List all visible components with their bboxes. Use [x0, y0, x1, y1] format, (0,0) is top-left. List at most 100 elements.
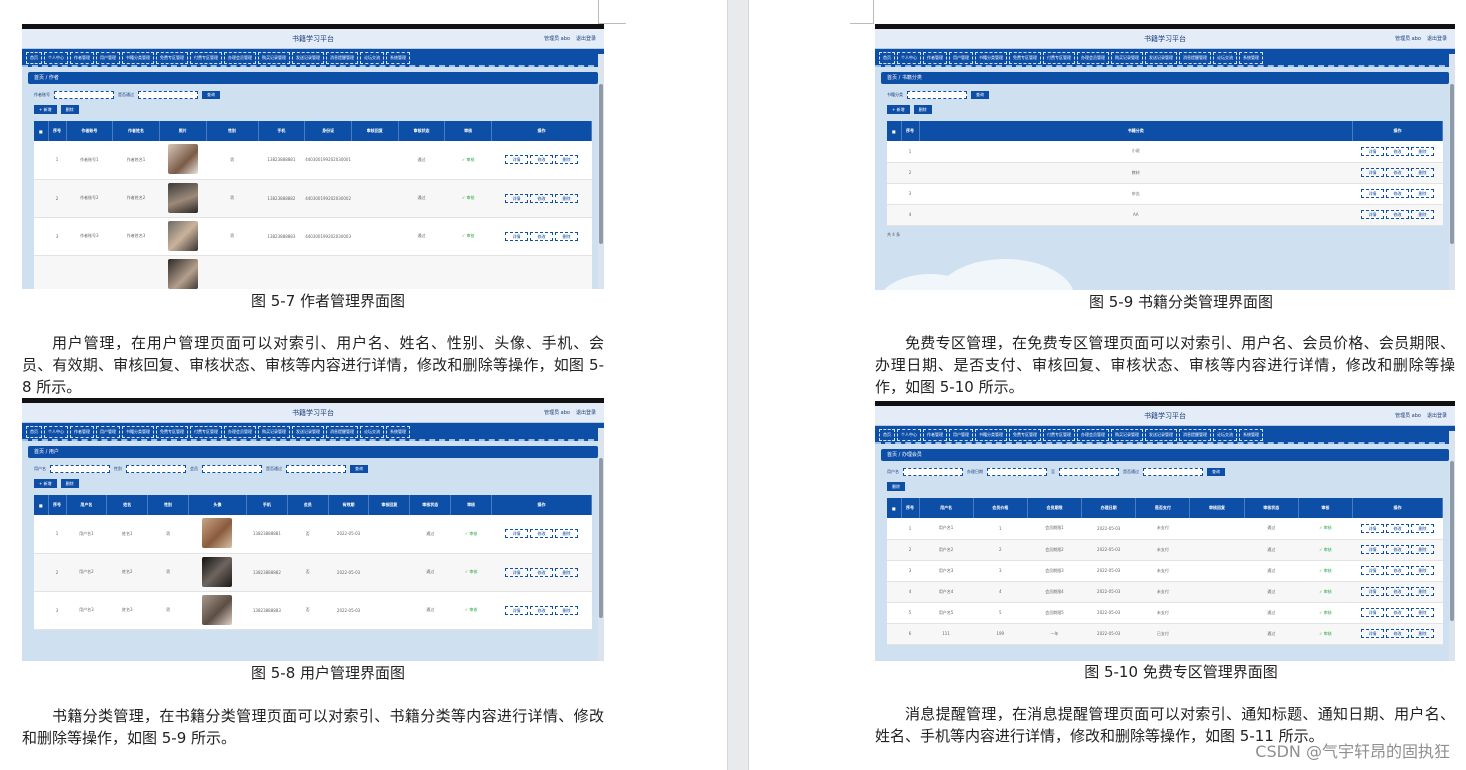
- menu-item: 首页: [26, 426, 42, 438]
- row-checkbox: [34, 553, 48, 592]
- row-operations: 详情 修改 删除: [492, 193, 592, 203]
- detail-button: 详情: [1361, 566, 1384, 575]
- cell: 3: [901, 183, 919, 205]
- select-all-header: ■: [887, 121, 902, 141]
- menu-item: 付费专区管理: [1043, 52, 1075, 64]
- cell: [159, 141, 207, 180]
- cell: 2022-05-03: [1081, 623, 1136, 645]
- column-header: 序号: [901, 498, 920, 518]
- approve-link: ✓ 审核: [464, 607, 478, 612]
- cell: [491, 255, 592, 289]
- column-header: 审核状态: [1244, 498, 1299, 518]
- user-avatar: [202, 556, 233, 587]
- cell: 会员期限2: [1027, 539, 1082, 561]
- cell: 2022-05-03: [1081, 560, 1136, 582]
- cell: 会员期限1: [1027, 518, 1082, 540]
- edit-button: 修改: [1386, 629, 1409, 638]
- cell: ✓ 审核: [1298, 539, 1353, 561]
- figure-5-8-screenshot: 书籍学习平台 管理员 abo 退出登录 首页 个人中心 作者管理 用户管理 书籍分类管理免…: [22, 398, 604, 661]
- menu-item: 办理会员管理: [224, 426, 256, 438]
- cell: 男: [147, 515, 189, 554]
- cell: 2: [901, 539, 919, 561]
- page-corner-mark: [598, 0, 626, 24]
- approve-link: ✓ 审核: [1319, 525, 1332, 531]
- search-label: 书籍分类: [887, 92, 903, 97]
- menu-item: 个人中心: [897, 429, 921, 441]
- row-operations: 详情 修改 删除: [1353, 629, 1443, 638]
- breadcrumb: 首页 / 办理会员: [881, 449, 1449, 461]
- logout-link: 退出登录: [1426, 36, 1447, 42]
- approve-link: ✓ 审核: [1319, 567, 1332, 573]
- table-row: 1 用户名1 姓名1 男 13823888881 否 2022-05-03 通过 ✓ 审核 …: [34, 515, 592, 554]
- table-header-row: ■ 序号 用户名 会员价格 会员期限 办理日期 是否支付 审核回复 审核状态 审核 操作: [887, 498, 1443, 518]
- scrollbar-thumb: [1450, 84, 1454, 244]
- cell: 13823888881: [258, 141, 305, 180]
- menu-item: 付费专区管理: [1043, 429, 1075, 441]
- cell: 用户名3: [919, 560, 974, 582]
- menu-item: 消息提醒管理: [326, 426, 358, 438]
- edit-button: 修改: [530, 231, 553, 241]
- cell: 13823888882: [258, 179, 305, 218]
- row-operations: 详情 修改 删除: [1353, 523, 1443, 533]
- menu-item: 用户管理: [949, 429, 973, 441]
- cell: 会员期限3: [1027, 560, 1082, 582]
- cell: 作者账号2: [66, 179, 113, 218]
- cell: 通过: [409, 553, 451, 592]
- row-operations: 详情 修改 删除: [1353, 608, 1443, 617]
- cell: 详情 修改 删除: [1352, 560, 1443, 582]
- cell: 用户名2: [919, 539, 974, 561]
- menu-item: 购买记录管理: [258, 52, 290, 64]
- approve-link: ✓ 审核: [461, 156, 475, 162]
- table-row: [34, 255, 592, 289]
- search-label: 性别: [114, 466, 122, 471]
- cell: [304, 255, 352, 289]
- cell: 通过: [398, 217, 445, 256]
- cell: 未支付: [1135, 560, 1190, 582]
- cell: [188, 553, 247, 592]
- delete-button: 删除: [555, 231, 578, 241]
- table-header-row: ■ 序号 作者账号 作者姓名 照片 性别 手机 身份证 审核回复 审核状态 审核…: [34, 121, 592, 141]
- delete-button: 删除: [1411, 566, 1434, 575]
- menu-item: 免费专区管理: [156, 426, 188, 438]
- cell: ✓ 审核: [450, 515, 492, 554]
- column-header: 性别: [206, 121, 259, 141]
- user-table: ■ 序号 用户名 姓名 性别 头像 手机 会员 有效期 审核回复 审核状态 审核 操作 1 用户名1 姓名…: [34, 495, 592, 630]
- app-header: 书籍学习平台 管理员 abo 退出登录: [875, 29, 1455, 49]
- author-photo: [167, 258, 198, 289]
- row-checkbox: [887, 539, 901, 561]
- body-paragraph: 书籍分类管理，在书籍分类管理页面可以对索引、书籍分类等内容进行详情、修改和删除等…: [22, 707, 604, 747]
- cell: 用户名4: [919, 581, 974, 603]
- cell: 2022-05-03: [1081, 581, 1136, 603]
- column-header: 作者账号: [66, 121, 114, 141]
- table-row: 2 教材 详情 修改 删除: [887, 162, 1443, 184]
- delete-button: 删除: [1411, 210, 1434, 219]
- cell: 通过: [1244, 539, 1299, 561]
- scrollbar-thumb: [599, 458, 603, 618]
- add-button: + 新增: [34, 479, 57, 488]
- search-input: [286, 465, 346, 473]
- search-input: [903, 468, 963, 476]
- body-paragraph: 用户管理，在用户管理页面可以对索引、用户名、姓名、性别、头像、手机、会员、有效期…: [22, 334, 604, 396]
- action-buttons: + 新增 删除: [887, 105, 1455, 114]
- select-all-header: ■: [34, 121, 49, 141]
- approve-link: ✓ 审核: [461, 233, 475, 238]
- column-header: 会员: [287, 495, 329, 515]
- top-menu: 首页 个人中心 作者管理 用户管理 书籍分类管理 免费专区管理 付费专区管理 办理会员管理 购买…: [875, 426, 1455, 444]
- search-input: [138, 91, 198, 99]
- cell: 通过: [398, 179, 445, 218]
- account-user: 管理员 abo: [544, 36, 570, 42]
- menu-item: 用户管理: [96, 52, 120, 64]
- figure-caption: 图 5-9 书籍分类管理界面图: [1088, 293, 1274, 311]
- search-bar: 书籍分类 查询: [887, 91, 1455, 99]
- column-header: 序号: [48, 121, 67, 141]
- search-label: 作者账号: [34, 92, 50, 97]
- cell: 已支付: [1135, 623, 1190, 645]
- figure-5-10-screenshot: 书籍学习平台 管理员 abo 退出登录 首页 个人中心 作者管理 用户管理 书籍分类管理免…: [875, 401, 1455, 661]
- cell: 未支付: [1135, 518, 1190, 540]
- search-label: 是否通过: [266, 466, 282, 471]
- menu-item: 免费专区管理: [1009, 429, 1041, 441]
- cell: 1: [48, 515, 66, 554]
- search-button: 查询: [350, 465, 368, 473]
- cell: 4: [901, 581, 919, 603]
- user-avatar: [202, 594, 233, 625]
